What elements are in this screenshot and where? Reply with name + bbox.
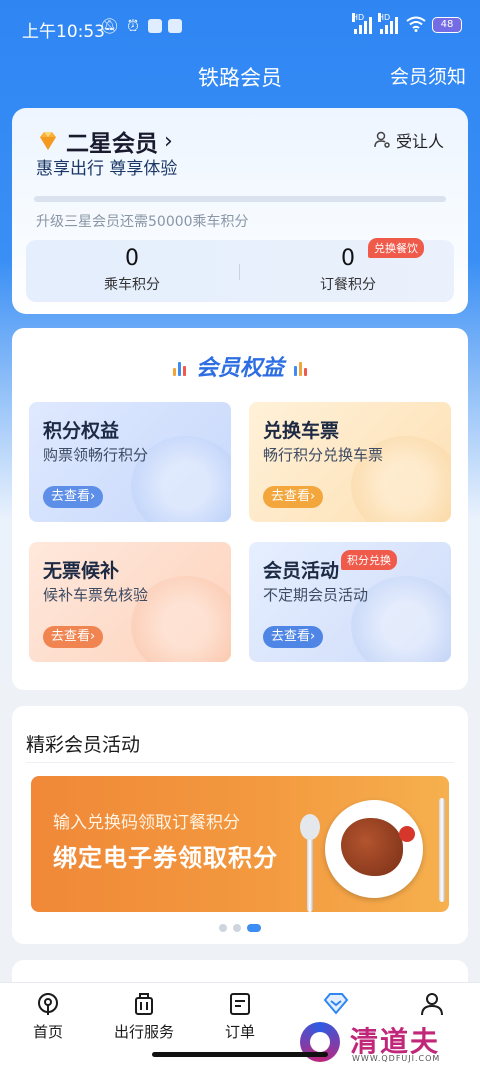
tomato-icon: [399, 826, 415, 842]
member-card: 二星会员 › 惠享出行 尊享体验 受让人 升级三星会员还需50000乘车积分 0…: [12, 108, 468, 314]
benefit-tile-activities[interactable]: 会员活动 积分兑换 不定期会员活动 去查看›: [249, 542, 451, 662]
hd-label-2: HD: [378, 13, 391, 22]
member-benefits-panel: 会员权益 积分权益 购票领畅行积分 去查看› 兑换车票 畅行积分兑换车票 去查看…: [12, 328, 468, 690]
upgrade-progress-bar: [34, 196, 446, 202]
status-right-icons: HD HD 48: [352, 13, 462, 34]
member-slogan: 惠享出行 尊享体验: [36, 159, 178, 179]
hd-label: HD: [352, 13, 365, 22]
tab-member[interactable]: [288, 991, 384, 1017]
home-icon: [38, 993, 58, 1015]
view-button[interactable]: 去查看›: [263, 626, 324, 648]
profile-icon: [421, 993, 443, 1016]
tab-home[interactable]: 首页: [0, 991, 96, 1042]
tab-profile[interactable]: [384, 991, 480, 1017]
carousel-dot[interactable]: [233, 924, 241, 932]
view-button[interactable]: 去查看›: [43, 626, 104, 648]
benefits-heading: 会员权益: [12, 350, 468, 382]
tab-label: 首页: [32, 1023, 63, 1041]
meal-points-label: 订餐积分: [320, 277, 376, 293]
page-header: 铁路会员 会员须知: [0, 56, 480, 100]
steak-icon: [341, 818, 403, 876]
points-exchange-tag: 积分兑换: [341, 550, 397, 570]
ride-points[interactable]: 0 乘车积分: [32, 246, 232, 294]
bars-decoration-icon-2: [294, 362, 307, 376]
chevron-right-icon: ›: [164, 128, 173, 154]
benefit-tile-exchange-ticket[interactable]: 兑换车票 畅行积分兑换车票 去查看›: [249, 402, 451, 522]
tile-subtitle: 购票领畅行积分: [43, 446, 149, 464]
tile-title: 兑换车票: [263, 420, 340, 442]
activity-banner[interactable]: 输入兑换码领取订餐积分 绑定电子券领取积分: [31, 776, 449, 912]
signal-icon: HD: [352, 13, 372, 34]
wifi-icon: [406, 16, 426, 34]
alarm-icon: ⏰︎: [127, 17, 139, 35]
person-key-icon: [374, 131, 390, 148]
meal-exchange-tag[interactable]: 兑换餐饮: [368, 238, 424, 258]
banner-subtitle: 输入兑换码领取订餐积分: [53, 813, 240, 833]
luggage-icon: [135, 993, 153, 1015]
yield-button[interactable]: 受让人: [373, 128, 444, 152]
app-notification-icon-2: [168, 19, 182, 33]
tile-title: 积分权益: [43, 420, 120, 442]
view-button[interactable]: 去查看›: [43, 486, 104, 508]
tab-orders[interactable]: 订单: [192, 991, 288, 1042]
benefits-title: 会员权益: [195, 356, 284, 381]
watermark-logo: 清道夫 WWW.QDFUJI.COM: [280, 1018, 480, 1066]
status-bar: 上午10:53 🔕︎ ⏰︎ HD HD 48: [0, 0, 480, 56]
carousel-dot[interactable]: [219, 924, 227, 932]
tab-label: 订单: [224, 1023, 255, 1041]
member-diamond-icon: [323, 993, 349, 1015]
diamond-icon: [40, 132, 56, 150]
member-level[interactable]: 二星会员 ›: [36, 124, 173, 158]
activities-title: 精彩会员活动: [26, 734, 141, 756]
tile-subtitle: 候补车票免核验: [43, 586, 149, 604]
tile-subtitle: 不定期会员活动: [263, 586, 369, 604]
status-time: 上午10:53: [22, 22, 105, 42]
banner-title: 绑定电子券领取积分: [53, 844, 278, 872]
tab-travel-service[interactable]: 出行服务: [96, 991, 192, 1042]
app-notification-icon: [148, 19, 162, 33]
carousel-dot[interactable]: [247, 924, 261, 932]
battery-indicator: 48: [432, 17, 462, 33]
mute-icon: 🔕︎: [100, 17, 120, 35]
upgrade-hint: 升级三星会员还需50000乘车积分: [36, 214, 249, 230]
tile-title: 会员活动: [263, 560, 340, 582]
points-summary: 0 乘车积分 0 订餐积分 兑换餐饮: [26, 238, 454, 302]
steak-plate-image: [325, 800, 423, 898]
watermark-subtext: WWW.QDFUJI.COM: [352, 1054, 441, 1063]
order-icon: [230, 993, 250, 1015]
benefit-tile-points[interactable]: 积分权益 购票领畅行积分 去查看›: [29, 402, 231, 522]
fork-icon: [439, 798, 445, 902]
carousel-indicator: [12, 924, 468, 932]
member-level-name: 二星会员: [66, 131, 158, 157]
member-activities-panel: 精彩会员活动 输入兑换码领取订餐积分 绑定电子券领取积分: [12, 706, 468, 944]
benefit-tile-waitlist[interactable]: 无票候补 候补车票免核验 去查看›: [29, 542, 231, 662]
home-indicator[interactable]: [152, 1052, 328, 1057]
divider: [26, 762, 454, 763]
bars-decoration-icon: [172, 362, 186, 376]
status-left-icons: 🔕︎ ⏰︎: [100, 17, 182, 35]
spoon-icon: [300, 814, 320, 912]
ride-points-label: 乘车积分: [104, 277, 160, 293]
view-button[interactable]: 去查看›: [263, 486, 324, 508]
signal-icon-2: HD: [378, 13, 398, 34]
tab-label: 出行服务: [113, 1023, 174, 1041]
tile-title: 无票候补: [43, 560, 120, 582]
points-divider: [239, 264, 240, 280]
tile-subtitle: 畅行积分兑换车票: [263, 446, 384, 464]
ride-points-value: 0: [125, 246, 139, 271]
member-notice-link[interactable]: 会员须知: [390, 62, 466, 89]
yield-label: 受让人: [395, 132, 444, 151]
